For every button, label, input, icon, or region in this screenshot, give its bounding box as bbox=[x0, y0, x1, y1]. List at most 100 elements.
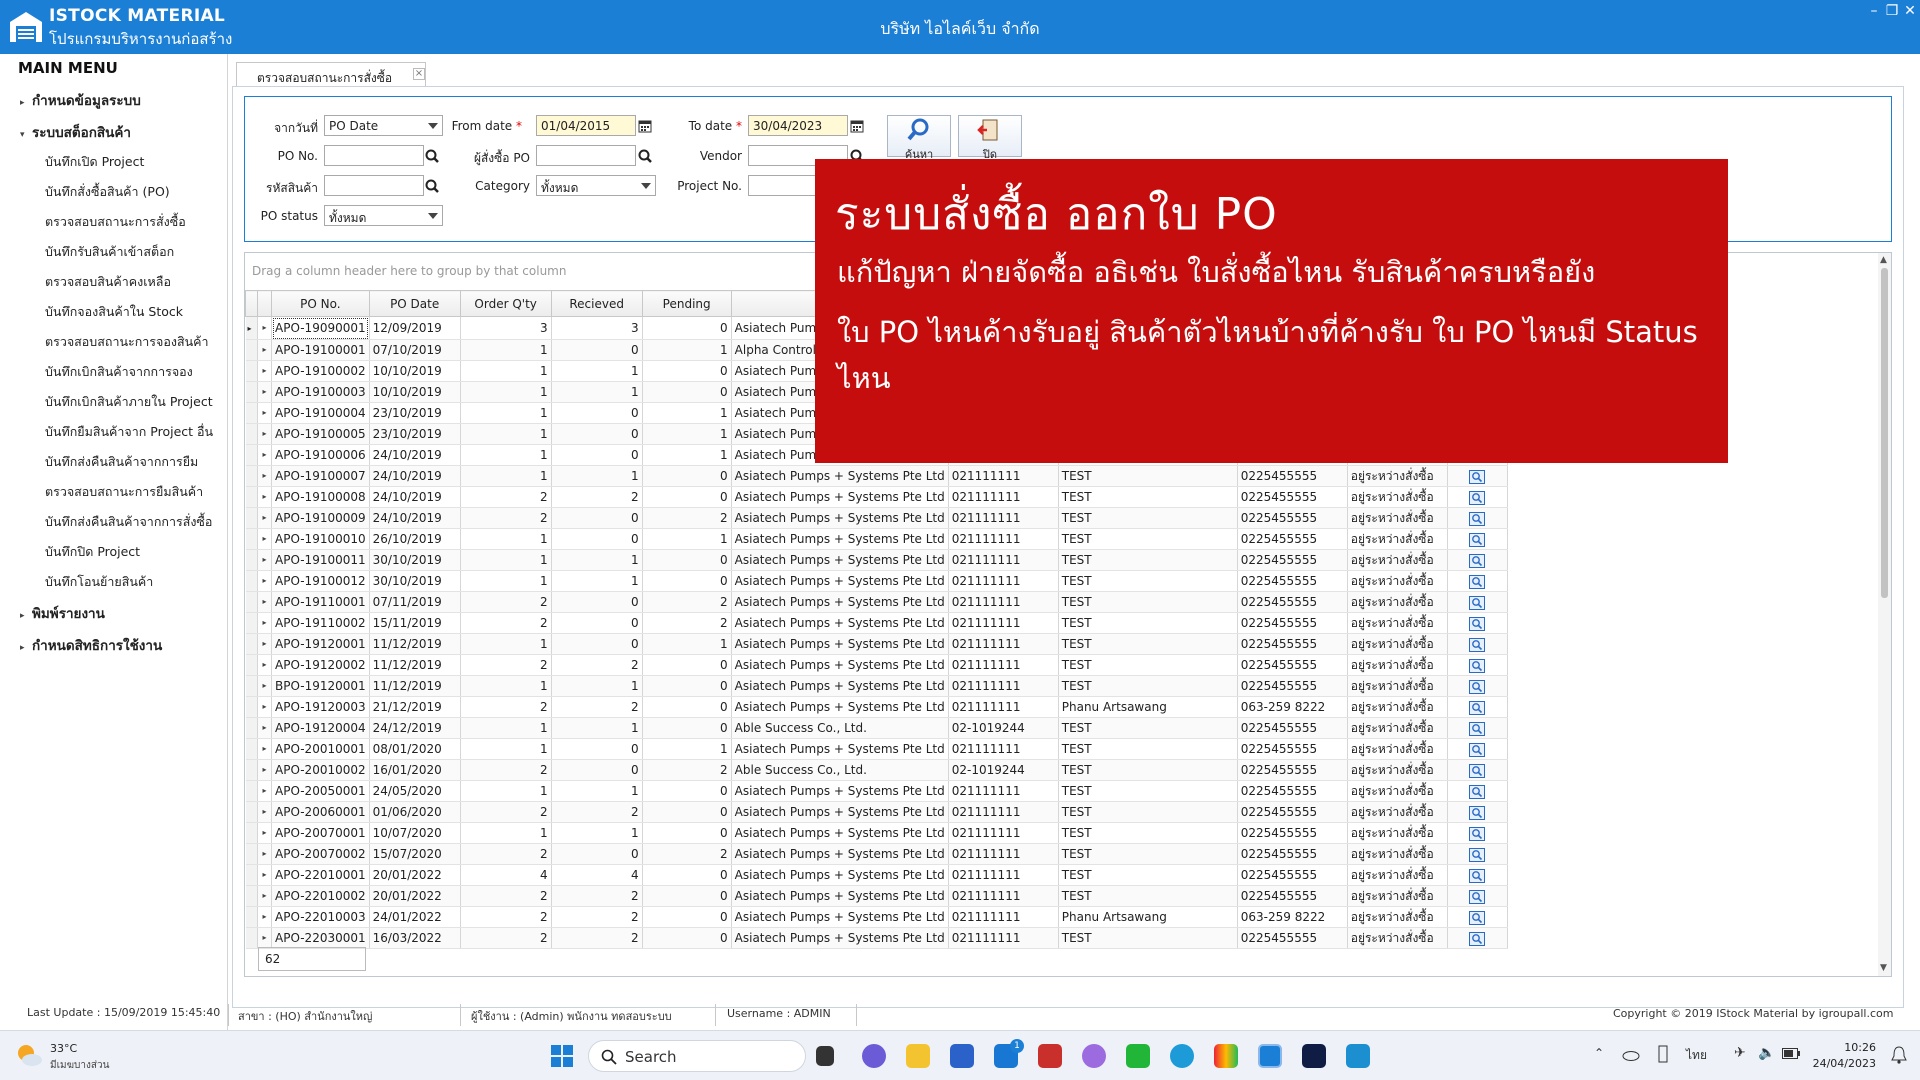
cell-contact-phone[interactable]: 0225455555 bbox=[1237, 843, 1348, 865]
cell-contact[interactable]: TEST bbox=[1058, 465, 1238, 487]
cell-contact-phone[interactable]: 0225455555 bbox=[1237, 927, 1348, 949]
cell-order-qty[interactable]: 2 bbox=[460, 885, 552, 907]
scroll-down-icon[interactable]: ▼ bbox=[1880, 963, 1887, 973]
cell-order-qty[interactable]: 1 bbox=[460, 717, 552, 739]
menu-item-close-project[interactable]: บันทึกปิด Project bbox=[45, 542, 140, 562]
expand-row-icon[interactable]: ▸ bbox=[257, 927, 272, 949]
view-detail-button[interactable] bbox=[1447, 486, 1508, 508]
cell-vendor[interactable]: Asiatech Pumps + Systems Pte Ltd bbox=[731, 864, 949, 886]
cell-vendor-phone[interactable]: 021111111 bbox=[948, 654, 1059, 676]
cell-vendor[interactable]: Able Success Co., Ltd. bbox=[731, 717, 949, 739]
row-indicator[interactable] bbox=[245, 570, 258, 592]
cell-contact[interactable]: TEST bbox=[1058, 801, 1238, 823]
cell-received[interactable]: 1 bbox=[551, 675, 643, 697]
cell-status[interactable]: อยู่ระหว่างสั่งซื้อ bbox=[1347, 885, 1448, 907]
cell-order-qty[interactable]: 1 bbox=[460, 381, 552, 403]
cell-order-qty[interactable]: 1 bbox=[460, 570, 552, 592]
buyer-input[interactable] bbox=[536, 145, 636, 166]
col-po-date[interactable]: PO Date bbox=[368, 290, 461, 317]
cell-po-date[interactable]: 07/10/2019 bbox=[369, 339, 461, 361]
row-indicator[interactable] bbox=[245, 717, 258, 739]
view-detail-button[interactable] bbox=[1447, 591, 1508, 613]
cell-po-date[interactable]: 24/05/2020 bbox=[369, 780, 461, 802]
cell-po-date[interactable]: 24/10/2019 bbox=[369, 486, 461, 508]
expand-row-icon[interactable]: ▸ bbox=[257, 486, 272, 508]
view-detail-button[interactable] bbox=[1447, 612, 1508, 634]
chevron-down-icon[interactable] bbox=[423, 115, 443, 136]
weather-sun-cloud-icon[interactable] bbox=[14, 1041, 44, 1069]
expand-row-icon[interactable]: ▸ bbox=[257, 717, 272, 739]
cell-pending[interactable]: 0 bbox=[642, 906, 732, 928]
cell-po-no[interactable]: APO-20060001 bbox=[271, 801, 370, 823]
volume-icon[interactable]: 🔈 bbox=[1758, 1045, 1775, 1061]
cell-order-qty[interactable]: 2 bbox=[460, 654, 552, 676]
cell-received[interactable]: 1 bbox=[551, 360, 643, 382]
chevron-down-icon[interactable] bbox=[636, 175, 656, 196]
cell-po-date[interactable]: 20/01/2022 bbox=[369, 864, 461, 886]
cell-vendor-phone[interactable]: 021111111 bbox=[948, 570, 1059, 592]
cell-po-date[interactable]: 21/12/2019 bbox=[369, 696, 461, 718]
cell-po-no[interactable]: APO-19120004 bbox=[271, 717, 370, 739]
cell-status[interactable]: อยู่ระหว่างสั่งซื้อ bbox=[1347, 591, 1448, 613]
expand-row-icon[interactable]: ▸ bbox=[257, 780, 272, 802]
cell-order-qty[interactable]: 2 bbox=[460, 843, 552, 865]
search-icon[interactable] bbox=[421, 145, 443, 166]
cell-po-no[interactable]: APO-20070002 bbox=[271, 843, 370, 865]
row-indicator[interactable] bbox=[245, 654, 258, 676]
cell-received[interactable]: 3 bbox=[551, 316, 643, 340]
cell-order-qty[interactable]: 2 bbox=[460, 486, 552, 508]
cell-status[interactable]: อยู่ระหว่างสั่งซื้อ bbox=[1347, 675, 1448, 697]
view-detail-button[interactable] bbox=[1447, 927, 1508, 949]
cell-received[interactable]: 4 bbox=[551, 864, 643, 886]
cell-contact[interactable]: TEST bbox=[1058, 759, 1238, 781]
cell-vendor[interactable]: Asiatech Pumps + Systems Pte Ltd bbox=[731, 843, 949, 865]
expand-row-icon[interactable]: ▸ bbox=[257, 675, 272, 697]
cell-order-qty[interactable]: 1 bbox=[460, 738, 552, 760]
row-indicator[interactable] bbox=[245, 738, 258, 760]
cell-po-date[interactable]: 07/11/2019 bbox=[369, 591, 461, 613]
cell-pending[interactable]: 2 bbox=[642, 507, 732, 529]
store-icon[interactable] bbox=[950, 1044, 974, 1068]
cell-po-date[interactable]: 24/10/2019 bbox=[369, 507, 461, 529]
cell-status[interactable]: อยู่ระหว่างสั่งซื้อ bbox=[1347, 927, 1448, 949]
cell-pending[interactable]: 0 bbox=[642, 486, 732, 508]
expand-row-icon[interactable]: ▸ bbox=[257, 906, 272, 928]
row-indicator[interactable] bbox=[245, 465, 258, 487]
view-detail-button[interactable] bbox=[1447, 843, 1508, 865]
cell-order-qty[interactable]: 2 bbox=[460, 927, 552, 949]
table-row[interactable]: ▸ APO-19110002 15/11/2019 2 0 2 Asiatech Pumps… bbox=[245, 612, 1508, 634]
cell-po-date[interactable]: 08/01/2020 bbox=[369, 738, 461, 760]
cell-contact-phone[interactable]: 0225455555 bbox=[1237, 780, 1348, 802]
cell-po-no[interactable]: APO-19090001 bbox=[271, 316, 370, 340]
cell-order-qty[interactable]: 2 bbox=[460, 801, 552, 823]
clock-time[interactable]: 10:26 bbox=[1820, 1041, 1876, 1054]
cell-status[interactable]: อยู่ระหว่างสั่งซื้อ bbox=[1347, 549, 1448, 571]
row-indicator[interactable] bbox=[245, 906, 258, 928]
cell-contact[interactable]: TEST bbox=[1058, 528, 1238, 550]
table-row[interactable]: ▸ APO-22010003 24/01/2022 2 2 0 Asiatech Pumps… bbox=[245, 906, 1508, 928]
cell-received[interactable]: 1 bbox=[551, 465, 643, 487]
cell-contact-phone[interactable]: 0225455555 bbox=[1237, 486, 1348, 508]
cell-vendor-phone[interactable]: 021111111 bbox=[948, 675, 1059, 697]
cell-po-no[interactable]: APO-20050001 bbox=[271, 780, 370, 802]
cell-pending[interactable]: 0 bbox=[642, 549, 732, 571]
cell-status[interactable]: อยู่ระหว่างสั่งซื้อ bbox=[1347, 507, 1448, 529]
expand-row-icon[interactable]: ▸ bbox=[257, 360, 272, 382]
view-detail-button[interactable] bbox=[1447, 822, 1508, 844]
notepad-icon[interactable] bbox=[1346, 1044, 1370, 1068]
cell-contact-phone[interactable]: 0225455555 bbox=[1237, 822, 1348, 844]
table-row[interactable]: ▸ APO-22010001 20/01/2022 4 4 0 Asiatech Pumps… bbox=[245, 864, 1508, 886]
view-detail-button[interactable] bbox=[1447, 507, 1508, 529]
cell-order-qty[interactable]: 1 bbox=[460, 780, 552, 802]
cell-po-no[interactable]: APO-22010002 bbox=[271, 885, 370, 907]
menu-item-withdraw-project[interactable]: บันทึกเบิกสินค้าภายใน Project bbox=[45, 392, 213, 412]
cell-received[interactable]: 2 bbox=[551, 927, 643, 949]
view-detail-button[interactable] bbox=[1447, 633, 1508, 655]
cell-vendor[interactable]: Asiatech Pumps + Systems Pte Ltd bbox=[731, 780, 949, 802]
cell-contact-phone[interactable]: 0225455555 bbox=[1237, 591, 1348, 613]
weather-temp[interactable]: 33°C bbox=[50, 1042, 77, 1055]
cell-order-qty[interactable]: 3 bbox=[460, 316, 552, 340]
cell-contact[interactable]: Phanu Artsawang bbox=[1058, 696, 1238, 718]
language-indicator[interactable]: ไทย bbox=[1686, 1046, 1707, 1065]
cell-vendor[interactable]: Able Success Co., Ltd. bbox=[731, 759, 949, 781]
